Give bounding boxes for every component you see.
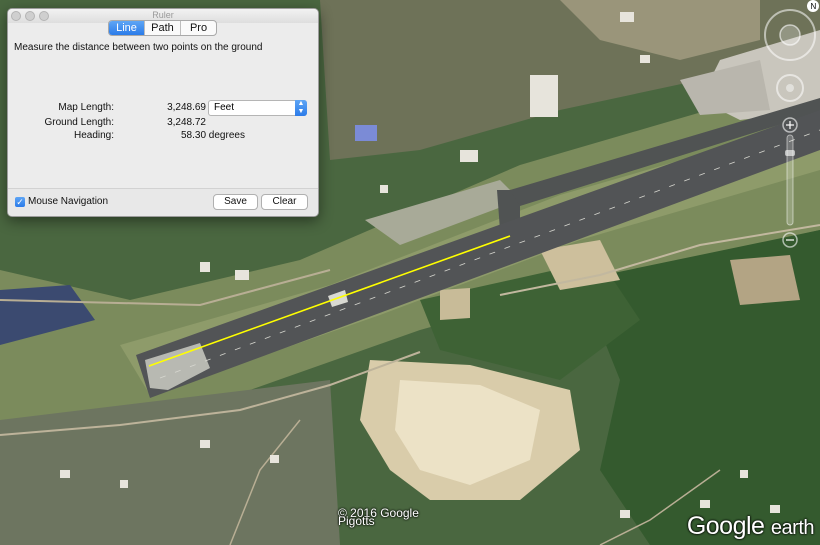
ground-length-value: 3,248.72 — [167, 117, 206, 128]
zoom-slider[interactable] — [782, 117, 798, 248]
instruction-text: Measure the distance between two points … — [14, 42, 263, 53]
brand-earth: earth — [770, 517, 815, 539]
mouse-navigation-checkbox[interactable]: ✓ Mouse Navigation — [15, 196, 108, 207]
unit-select[interactable]: Feet ▲ ▼ — [208, 100, 307, 116]
map-length-label: Map Length: — [58, 102, 114, 113]
mouse-navigation-label: Mouse Navigation — [28, 196, 109, 207]
brand-google: Google — [686, 512, 765, 540]
place-label: Pigotts — [338, 514, 375, 528]
tab-pro[interactable]: Pro — [181, 21, 216, 35]
chevron-updown-icon: ▲ ▼ — [295, 100, 307, 116]
compass-north-icon[interactable]: N — [807, 0, 819, 12]
mode-tabs: Line Path Pro — [108, 20, 217, 36]
checkmark-icon: ✓ — [15, 196, 25, 207]
ground-length-label: Ground Length: — [44, 117, 115, 128]
heading-value: 58.30 degrees — [181, 130, 245, 141]
tab-path[interactable]: Path — [145, 21, 181, 35]
navigation-controls[interactable]: N — [760, 0, 820, 270]
window-title: Ruler — [152, 10, 174, 20]
move-joystick-icon[interactable] — [776, 74, 804, 102]
ruler-window: Ruler Line Path Pro Measure the distance… — [7, 8, 319, 217]
unit-select-value: Feet — [214, 102, 235, 113]
save-button[interactable]: Save — [213, 194, 258, 210]
google-earth-logo: Google earth — [686, 512, 815, 541]
look-joystick-icon[interactable] — [764, 9, 816, 61]
tab-line[interactable]: Line — [109, 21, 145, 35]
heading-label: Heading: — [73, 130, 114, 141]
map-length-value: 3,248.69 — [167, 102, 206, 113]
svg-text:N: N — [811, 2, 817, 11]
clear-button[interactable]: Clear — [261, 194, 308, 210]
ruler-footer: ✓ Mouse Navigation Save Clear — [8, 188, 318, 216]
